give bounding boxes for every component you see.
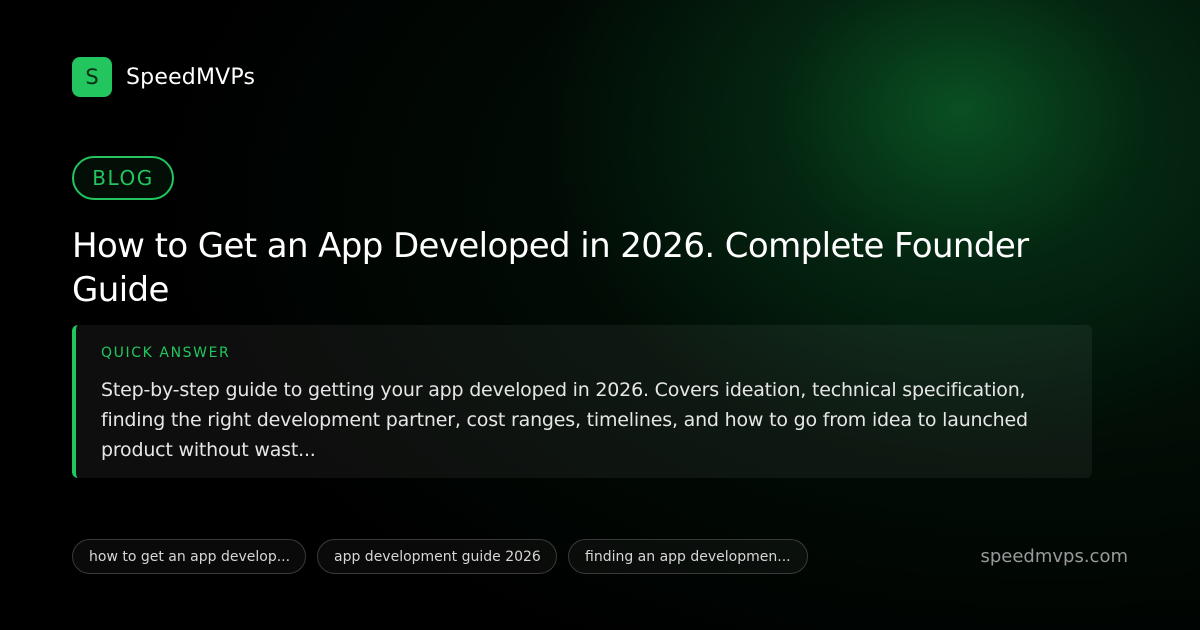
blog-badge: BLOG (72, 156, 174, 200)
quick-answer-text: Step-by-step guide to getting your app d… (101, 379, 1028, 461)
brand[interactable]: S SpeedMVPs (72, 57, 255, 97)
tag-chip[interactable]: app development guide 2026 (317, 539, 557, 574)
brand-logo-icon: S (72, 57, 112, 97)
page-title: How to Get an App Developed in 2026. Com… (72, 226, 1029, 310)
tag-chip[interactable]: finding an app developmen... (568, 539, 808, 574)
site-url[interactable]: speedmvps.com (980, 545, 1128, 569)
quick-answer-label: QUICK ANSWER (101, 345, 231, 361)
quick-answer-box: QUICK ANSWER Step-by-step guide to getti… (72, 325, 1092, 478)
tag-chip[interactable]: how to get an app develop... (72, 539, 306, 574)
brand-name: SpeedMVPs (126, 64, 256, 90)
tag-list: how to get an app develop... app develop… (72, 539, 819, 574)
